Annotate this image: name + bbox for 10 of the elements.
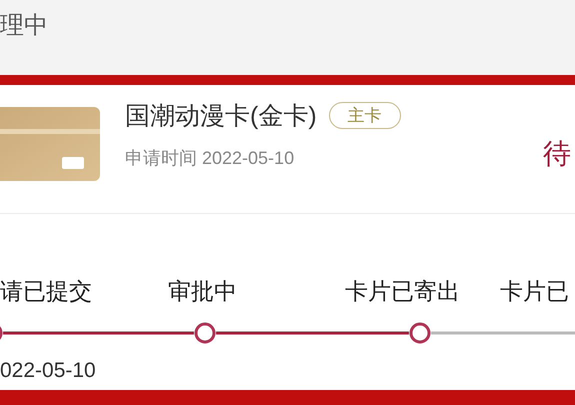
step-date: 022-05-10 — [0, 359, 96, 383]
section-title: 理中 — [0, 11, 48, 41]
primary-card-badge: 主卡 — [328, 102, 401, 129]
card-status: 待 — [543, 137, 571, 171]
apply-date: 申请时间 2022-05-10 — [125, 147, 296, 170]
step-label: 审批中 — [168, 277, 238, 306]
step-label: 卡片已 — [500, 277, 570, 306]
step-label: 请已提交 — [0, 277, 93, 306]
card-name: 国潮动漫卡(金卡) — [125, 101, 317, 132]
step-label: 卡片已寄出 — [345, 277, 461, 306]
